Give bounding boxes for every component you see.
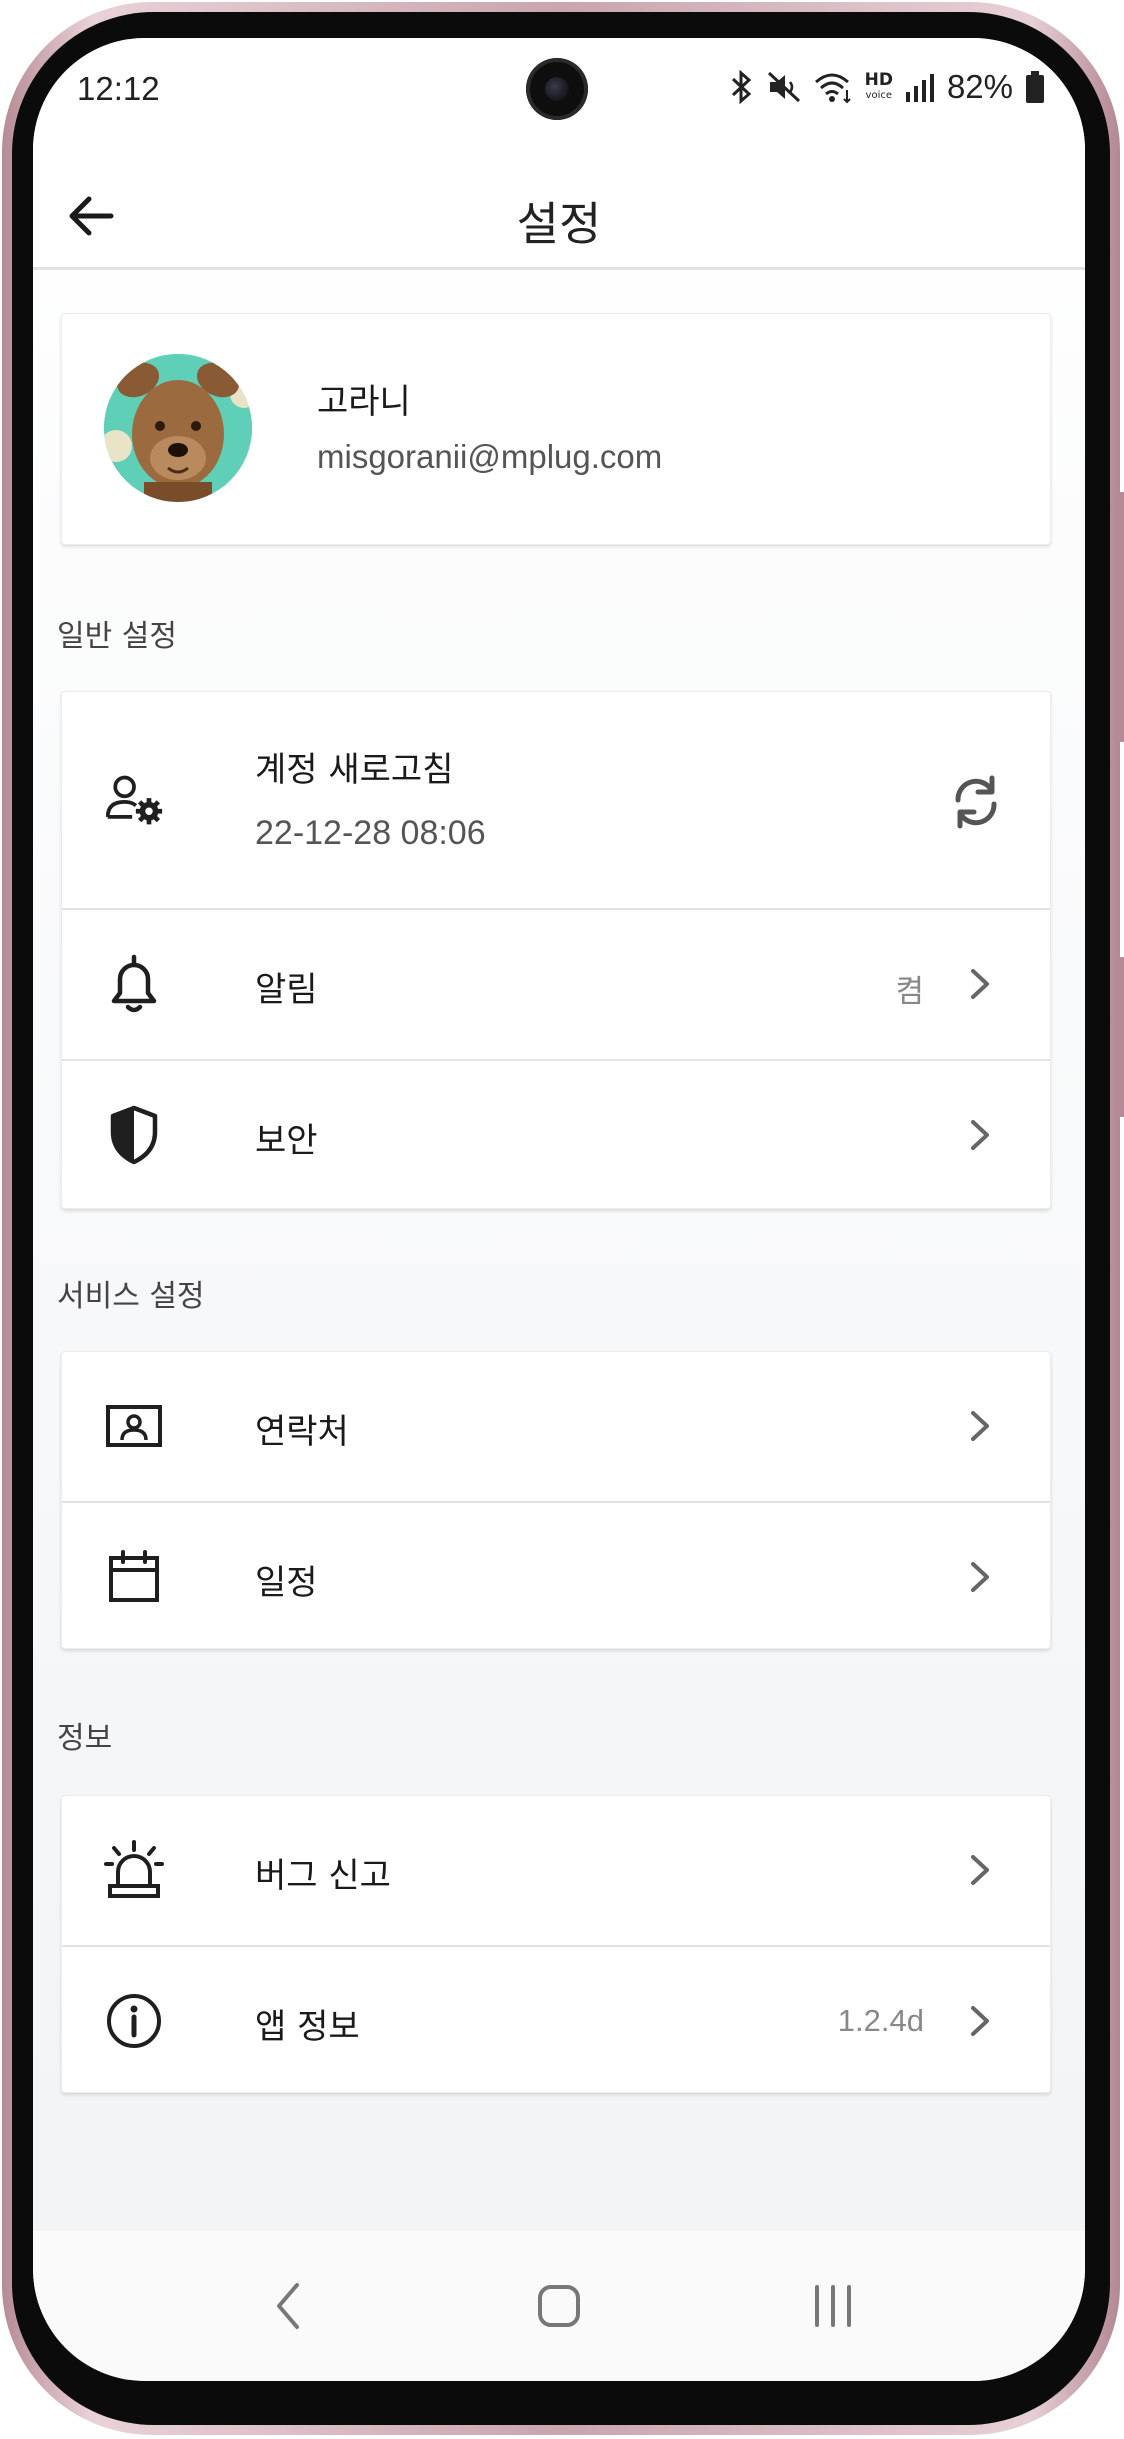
voice-label: voice (865, 90, 892, 101)
shield-icon (104, 1105, 164, 1165)
section-label-general: 일반 설정 (57, 619, 177, 654)
notification-status: 켬 (895, 974, 924, 1009)
row-label: 보안 (255, 1121, 318, 1161)
row-label: 연락처 (255, 1412, 349, 1452)
wifi-icon (814, 73, 851, 104)
chevron-right-icon (971, 969, 989, 999)
calendar-icon (104, 1547, 164, 1607)
navigation-bar (33, 2231, 1085, 2381)
row-bug-report[interactable]: 버그 신고 (62, 1796, 1050, 1945)
page-title: 설정 (516, 197, 602, 251)
row-notifications[interactable]: 알림 켬 (62, 908, 1050, 1059)
row-app-info[interactable]: 앱 정보 1.2.4d (62, 1945, 1050, 2094)
account-gear-icon (104, 770, 164, 830)
profile-email: misgoranii@mplug.com (317, 438, 663, 475)
row-label: 계정 새로고침 (255, 750, 454, 790)
nav-home-icon (538, 2285, 580, 2327)
volume-button (1118, 492, 1124, 742)
row-label: 일정 (255, 1563, 318, 1603)
app-version: 1.2.4d (837, 2003, 924, 2038)
front-camera (526, 58, 588, 120)
mute-icon (767, 71, 800, 103)
status-bar: 12:12 HD voice 82% (33, 38, 1085, 158)
avatar (104, 354, 252, 502)
nav-recents-icon (815, 2285, 851, 2327)
chevron-right-icon (971, 1120, 989, 1150)
row-security[interactable]: 보안 (62, 1059, 1050, 1210)
chevron-right-icon (971, 1411, 989, 1441)
profile-name: 고라니 (317, 382, 411, 422)
siren-icon (104, 1840, 164, 1900)
signal-icon (905, 74, 934, 102)
service-settings-card: 연락처 일정 (61, 1351, 1051, 1649)
bell-icon (104, 954, 164, 1014)
info-card: 버그 신고 앱 정보 1.2.4d (61, 1795, 1051, 2093)
battery-percent: 82% (946, 68, 1013, 105)
screen: 12:12 HD voice 82% 설정 고라니 misgoranii@mpl… (33, 38, 1085, 2381)
row-label: 알림 (255, 970, 318, 1010)
section-label-service: 서비스 설정 (57, 1279, 205, 1314)
nav-recents-button[interactable] (793, 2271, 873, 2341)
power-button (1118, 957, 1124, 1117)
row-schedule[interactable]: 일정 (62, 1501, 1050, 1650)
row-account-refresh[interactable]: 계정 새로고침 22-12-28 08:06 (62, 692, 1050, 908)
general-settings-card: 계정 새로고침 22-12-28 08:06 알림 켬 보안 (61, 691, 1051, 1209)
chevron-right-icon (971, 2006, 989, 2036)
nav-home-button[interactable] (519, 2271, 599, 2341)
chevron-right-icon (971, 1562, 989, 1592)
row-label: 버그 신고 (255, 1856, 391, 1896)
hd-voice-badge: HD voice (865, 72, 893, 102)
row-contacts[interactable]: 연락처 (62, 1352, 1050, 1501)
bluetooth-icon (731, 70, 751, 104)
contact-card-icon (104, 1396, 164, 1456)
profile-card[interactable]: 고라니 misgoranii@mplug.com (61, 313, 1051, 545)
nav-back-icon (277, 2283, 299, 2329)
row-label: 앱 정보 (255, 2007, 360, 2047)
status-icons: HD voice 82% (729, 68, 1045, 106)
app-bar: 설정 (33, 158, 1085, 270)
status-time: 12:12 (77, 70, 160, 107)
battery-icon (1026, 71, 1044, 103)
nav-back-button[interactable] (248, 2271, 328, 2341)
info-icon (104, 1991, 164, 2051)
dog-avatar-icon (104, 354, 252, 502)
section-label-info: 정보 (57, 1721, 113, 1756)
hd-label: HD (864, 70, 893, 90)
chevron-right-icon (971, 1855, 989, 1885)
refresh-icon[interactable] (946, 772, 1006, 832)
last-refresh-time: 22-12-28 08:06 (255, 814, 486, 852)
